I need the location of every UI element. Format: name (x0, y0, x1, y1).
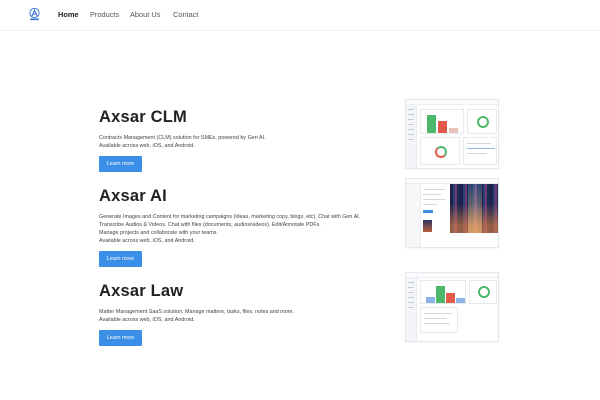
learn-more-button[interactable]: Learn more (99, 251, 142, 267)
learn-more-button[interactable]: Learn more (99, 330, 142, 346)
learn-more-button[interactable]: Learn more (99, 156, 142, 172)
product-clm-section: Axsar CLM Contracts Management (CLM) sol… (99, 108, 389, 172)
nav-home-link[interactable]: Home (58, 10, 79, 20)
clm-dashboard-screenshot (405, 99, 499, 169)
image-thumbnail (423, 220, 432, 232)
gauge-panel (420, 137, 460, 165)
product-description: Generate Images and Content for marketin… (99, 213, 389, 245)
axsar-logo-icon[interactable] (29, 8, 40, 21)
gauge-panel (469, 280, 497, 304)
gauge-panel (467, 109, 497, 134)
ai-image-screenshot (405, 178, 499, 248)
list-panel (463, 137, 497, 165)
description-line: Matter Management SaaS solution. Manage … (99, 309, 295, 315)
app-topbar (406, 100, 498, 105)
product-title: Axsar CLM (99, 108, 187, 126)
description-line: Available across web, iOS, and Android. (99, 143, 195, 149)
bar-chart-panel (420, 280, 466, 304)
app-topbar (406, 273, 498, 278)
app-sidebar (406, 105, 417, 168)
product-title: Axsar Law (99, 282, 184, 300)
top-nav: Home Products About Us Contact (0, 0, 600, 31)
product-description: Matter Management SaaS solution. Manage … (99, 308, 389, 324)
description-line: Contracts Management (CLM) solution for … (99, 135, 266, 141)
product-ai-section: Axsar AI Generate Images and Content for… (99, 187, 389, 267)
description-line: Manage projects and collaborate with you… (99, 230, 218, 236)
app-sidebar (406, 278, 417, 341)
prompt-form (422, 186, 449, 244)
list-panel (420, 307, 458, 333)
description-line: Available across web, iOS, and Android. (99, 317, 195, 323)
nav-contact-link[interactable]: Contact (173, 10, 198, 20)
law-dashboard-screenshot (405, 272, 499, 342)
description-line: Available across web, iOS, and Android. (99, 238, 195, 244)
nav-products-link[interactable]: Products (90, 10, 119, 20)
generated-image (450, 184, 498, 233)
nav-about-link[interactable]: About Us (130, 10, 160, 20)
product-title: Axsar AI (99, 187, 167, 205)
description-line: Transcribe Audios & Videos. Chat with fi… (99, 222, 321, 228)
description-line: Generate Images and Content for marketin… (99, 214, 361, 220)
product-law-section: Axsar Law Matter Management SaaS solutio… (99, 282, 389, 346)
bar-chart-panel (420, 109, 464, 134)
product-description: Contracts Management (CLM) solution for … (99, 134, 389, 150)
app-sidebar (406, 184, 421, 247)
